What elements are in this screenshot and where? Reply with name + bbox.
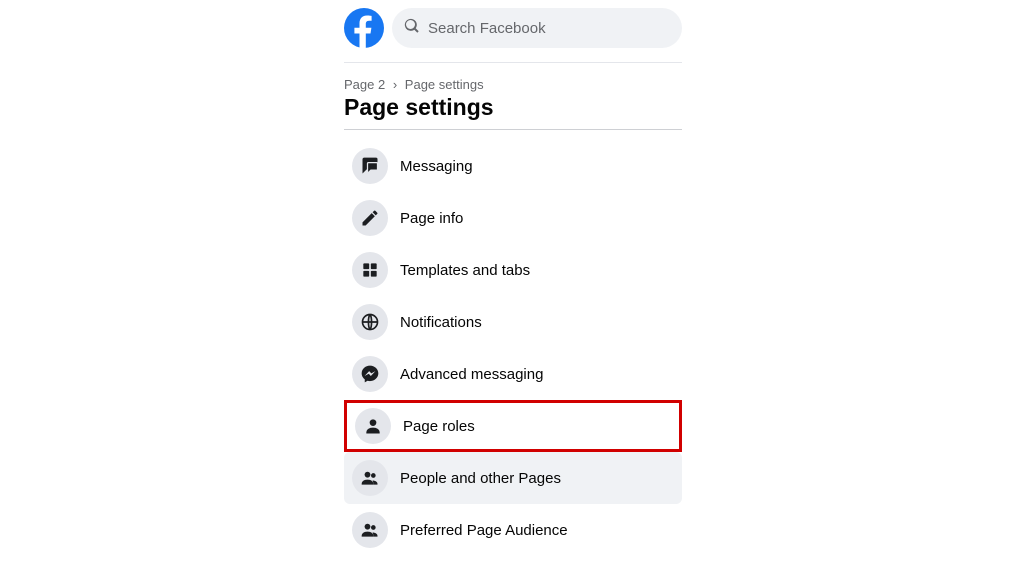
menu-item-label: Page roles	[403, 418, 475, 435]
menu-item-label: Messaging	[400, 158, 473, 175]
menu-item-label: Templates and tabs	[400, 262, 530, 279]
settings-menu: Messaging Page info Templates and tabs	[344, 140, 682, 556]
page-title: Page settings	[344, 94, 682, 121]
menu-item-label: People and other Pages	[400, 470, 561, 487]
messaging-icon	[352, 148, 388, 184]
menu-item-label: Notifications	[400, 314, 482, 331]
search-input[interactable]: Search Facebook	[392, 8, 682, 48]
globe-icon	[352, 304, 388, 340]
breadcrumb-item-page-settings[interactable]: Page settings	[405, 77, 484, 92]
search-placeholder: Search Facebook	[428, 20, 546, 37]
menu-item-messaging[interactable]: Messaging	[344, 140, 682, 192]
menu-item-page-info[interactable]: Page info	[344, 192, 682, 244]
menu-item-page-roles[interactable]: Page roles	[344, 400, 682, 452]
pencil-icon	[352, 200, 388, 236]
menu-item-advanced-messaging[interactable]: Advanced messaging	[344, 348, 682, 400]
menu-item-notifications[interactable]: Notifications	[344, 296, 682, 348]
audience-icon	[352, 512, 388, 548]
search-icon	[404, 18, 420, 39]
breadcrumb-item-page2[interactable]: Page 2	[344, 77, 385, 92]
menu-item-people-pages[interactable]: People and other Pages	[344, 452, 682, 504]
grid-icon	[352, 252, 388, 288]
messenger-icon	[352, 356, 388, 392]
menu-item-label: Page info	[400, 210, 463, 227]
people-icon	[352, 460, 388, 496]
breadcrumb-separator: ›	[393, 77, 397, 92]
person-icon	[355, 408, 391, 444]
facebook-logo-icon[interactable]	[344, 8, 384, 48]
app-header: Search Facebook	[344, 8, 682, 58]
menu-item-preferred-audience[interactable]: Preferred Page Audience	[344, 504, 682, 556]
header-divider	[344, 62, 682, 63]
title-divider	[344, 129, 682, 130]
menu-item-label: Preferred Page Audience	[400, 522, 568, 539]
breadcrumb: Page 2 › Page settings	[344, 77, 682, 92]
menu-item-templates-tabs[interactable]: Templates and tabs	[344, 244, 682, 296]
menu-item-label: Advanced messaging	[400, 366, 543, 383]
